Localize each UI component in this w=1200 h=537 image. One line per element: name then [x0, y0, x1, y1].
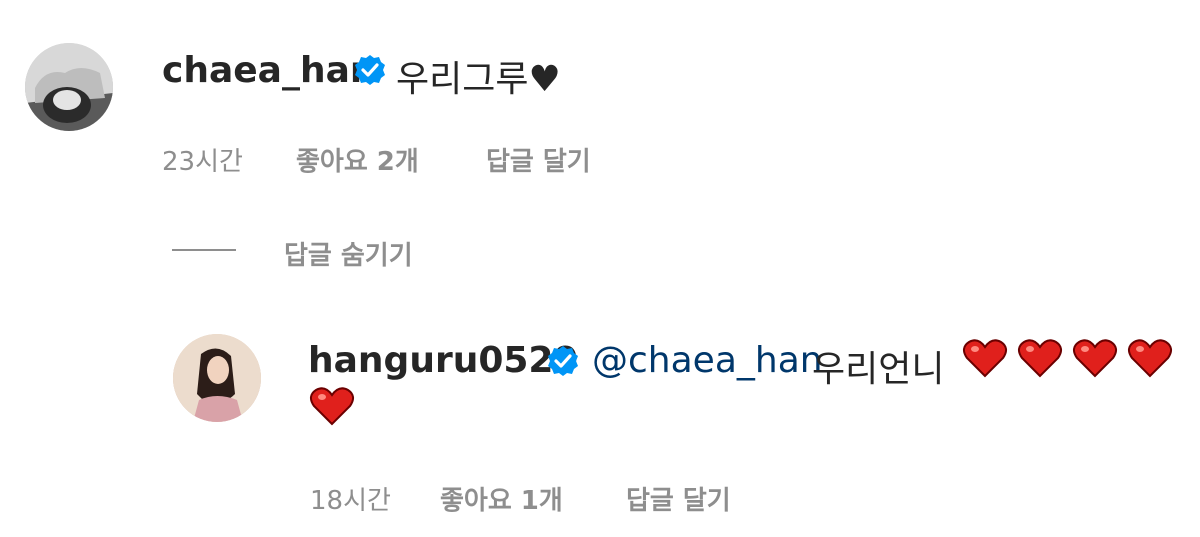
comment-username[interactable]: chaea_han — [162, 50, 376, 91]
reply-likes-count[interactable]: 좋아요 1개 — [440, 480, 563, 517]
heart-icon — [1128, 339, 1173, 378]
avatar-hanguru0529[interactable] — [173, 334, 261, 422]
verified-badge-icon — [354, 54, 386, 86]
comment-reply-button[interactable]: 답글 달기 — [486, 141, 591, 178]
avatar-chaea-han[interactable] — [25, 43, 113, 131]
heart-icon — [1018, 339, 1063, 378]
reply-reply-button[interactable]: 답글 달기 — [626, 480, 731, 517]
reply-time[interactable]: 18시간 — [310, 480, 391, 517]
heart-emoji-row — [962, 338, 1173, 378]
verified-badge-icon — [547, 345, 579, 377]
heart-icon — [963, 339, 1007, 378]
comment-likes-count[interactable]: 좋아요 2개 — [296, 141, 419, 178]
heart-emoji-row-wrapped — [309, 386, 355, 426]
comment-text: 우리그루♥ — [396, 59, 561, 100]
heart-icon — [310, 387, 354, 426]
comment-thread: chaea_han 우리그루♥ 23시간 좋아요 2개 답글 달기 답글 숨기기… — [0, 0, 1200, 537]
reply-username[interactable]: hanguru0529 — [308, 340, 579, 381]
reply-mention-link[interactable]: @chaea_han — [592, 340, 823, 381]
hide-replies-button[interactable]: 답글 숨기기 — [284, 235, 413, 272]
replies-divider — [172, 249, 236, 251]
reply-text: 우리언니 — [812, 349, 945, 390]
comment-time[interactable]: 23시간 — [162, 141, 243, 178]
heart-icon — [1073, 339, 1118, 378]
